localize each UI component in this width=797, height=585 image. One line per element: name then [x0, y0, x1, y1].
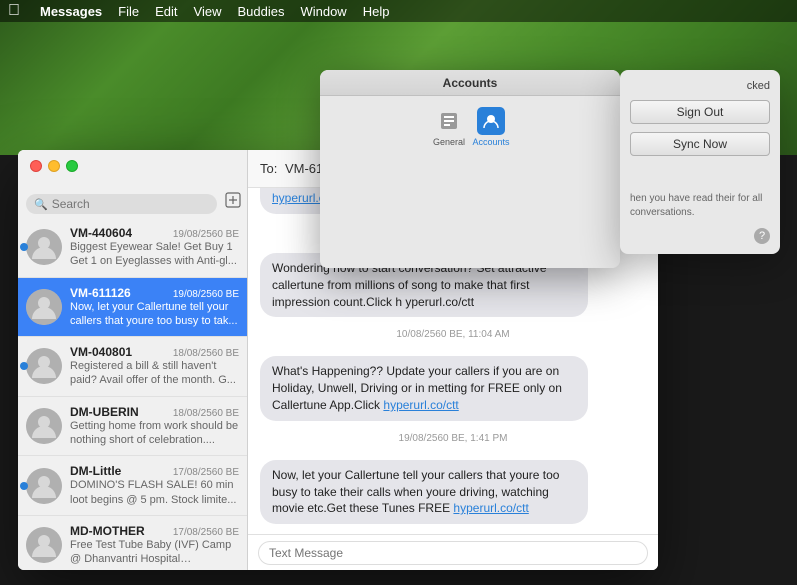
- search-input[interactable]: [52, 197, 209, 211]
- message-bubble: Now, let your Callertune tell your calle…: [260, 460, 588, 524]
- accounts-tab[interactable]: Accounts: [470, 106, 512, 148]
- conversation-name: VM-611126: [70, 286, 131, 300]
- conversation-preview: Registered a bill & still haven't paid? …: [70, 359, 239, 388]
- sync-now-button[interactable]: Sync Now: [630, 132, 770, 156]
- avatar: [26, 229, 62, 265]
- conversation-item[interactable]: DM-Little 17/08/2560 BEDOMINO'S FLASH SAL…: [18, 456, 247, 516]
- close-button[interactable]: [30, 160, 42, 172]
- apple-menu[interactable]: : [8, 2, 20, 20]
- traffic-lights: [30, 160, 78, 172]
- menu-buddies[interactable]: Buddies: [237, 4, 284, 19]
- help-button[interactable]: ?: [754, 228, 770, 244]
- conversation-preview: DOMINO'S FLASH SALE! 60 min loot begins …: [70, 478, 239, 507]
- menu-edit[interactable]: Edit: [155, 4, 177, 19]
- conversation-time: 17/08/2560 BE: [173, 467, 239, 478]
- conversation-time: 17/08/2560 BE: [173, 527, 239, 538]
- menu-bar:  Messages File Edit View Buddies Window…: [0, 0, 797, 22]
- accounts-panel: Accounts General Accounts: [320, 70, 620, 268]
- accounts-title: Accounts: [443, 76, 498, 90]
- conversation-item[interactable]: MD-MOTHER 17/08/2560 BEFree Test Tube Bab…: [18, 516, 247, 570]
- description-text: hen you have read their for all conversa…: [630, 192, 770, 220]
- message-link[interactable]: hyperurl.co/ctt: [453, 501, 528, 515]
- general-tab[interactable]: General: [428, 106, 470, 148]
- checked-label: cked: [630, 80, 770, 92]
- conversation-name: DM-UBERIN: [70, 405, 139, 419]
- accounts-icon: [477, 107, 505, 135]
- accounts-title-bar: Accounts: [320, 70, 620, 96]
- menu-messages[interactable]: Messages: [40, 4, 102, 19]
- conversation-name: DM-Little: [70, 464, 121, 478]
- message-link[interactable]: hyperurl.co/ctt: [383, 398, 458, 412]
- conversation-content: VM-440604 19/08/2560 BEBiggest Eyewear Sa…: [70, 226, 239, 269]
- conversation-item[interactable]: VM-040801 18/08/2560 BERegistered a bill …: [18, 337, 247, 397]
- right-panel: cked Sign Out Sync Now hen you have read…: [620, 70, 780, 254]
- search-icon: 🔍: [34, 198, 48, 211]
- conversation-content: VM-611126 19/08/2560 BENow, let your Call…: [70, 286, 239, 329]
- conversation-preview: Getting home from work should be nothing…: [70, 419, 239, 448]
- unread-indicator: [20, 243, 28, 251]
- conversation-item[interactable]: VM-440604 19/08/2560 BEBiggest Eyewear Sa…: [18, 218, 247, 278]
- accounts-tab-label: Accounts: [472, 137, 509, 147]
- conversation-list: VM-44060419/08/2560 BEBiggest Eyewear Sa…: [18, 218, 247, 570]
- general-tab-label: General: [433, 137, 465, 147]
- conversation-name: VM-440604: [70, 226, 132, 240]
- accounts-content: [320, 148, 620, 268]
- menu-window[interactable]: Window: [300, 4, 346, 19]
- chat-input-area: [248, 534, 658, 570]
- conversation-content: DM-Little 17/08/2560 BEDOMINO'S FLASH SAL…: [70, 464, 239, 507]
- menu-file[interactable]: File: [118, 4, 139, 19]
- message-timestamp: 10/08/2560 BE, 11:04 AM: [260, 329, 646, 340]
- message-timestamp: 19/08/2560 BE, 1:41 PM: [260, 433, 646, 444]
- message-input[interactable]: [258, 541, 648, 565]
- conversation-name: MD-MOTHER: [70, 524, 145, 538]
- conversation-time: 18/08/2560 BE: [173, 408, 239, 419]
- conversation-name: VM-040801: [70, 345, 132, 359]
- avatar: [26, 348, 62, 384]
- sign-out-button[interactable]: Sign Out: [630, 100, 770, 124]
- fullscreen-button[interactable]: [66, 160, 78, 172]
- conversation-content: DM-UBERIN 18/08/2560 BEGetting home from …: [70, 405, 239, 448]
- search-bar: 🔍: [26, 194, 217, 214]
- conversation-time: 19/08/2560 BE: [173, 289, 239, 300]
- conversation-preview: Now, let your Callertune tell your calle…: [70, 300, 239, 329]
- conversation-item[interactable]: VM-611126 19/08/2560 BENow, let your Call…: [18, 278, 247, 338]
- menu-help[interactable]: Help: [363, 4, 390, 19]
- sidebar: 🔍 VM-44060419/08/2560 BEBiggest Eyewear …: [18, 150, 248, 570]
- conversation-time: 18/08/2560 BE: [173, 348, 239, 359]
- avatar: [26, 408, 62, 444]
- conversation-content: VM-040801 18/08/2560 BERegistered a bill …: [70, 345, 239, 388]
- conversation-preview: Biggest Eyewear Sale! Get Buy 1 Get 1 on…: [70, 240, 239, 269]
- minimize-button[interactable]: [48, 160, 60, 172]
- unread-indicator: [20, 482, 28, 490]
- conversation-content: MD-MOTHER 17/08/2560 BEFree Test Tube Bab…: [70, 524, 239, 567]
- avatar: [26, 527, 62, 563]
- message-bubble: What's Happening?? Update your callers i…: [260, 356, 588, 420]
- avatar: [26, 468, 62, 504]
- conversation-item[interactable]: DM-UBERIN 18/08/2560 BEGetting home from …: [18, 397, 247, 457]
- avatar: [26, 289, 62, 325]
- menu-view[interactable]: View: [194, 4, 222, 19]
- unread-indicator: [20, 362, 28, 370]
- general-icon: [435, 107, 463, 135]
- conversation-preview: Free Test Tube Baby (IVF) Camp @ Dhanvan…: [70, 538, 239, 567]
- compose-button[interactable]: [225, 192, 241, 213]
- accounts-toolbar: General Accounts: [320, 96, 620, 148]
- conversation-time: 19/08/2560 BE: [173, 229, 239, 240]
